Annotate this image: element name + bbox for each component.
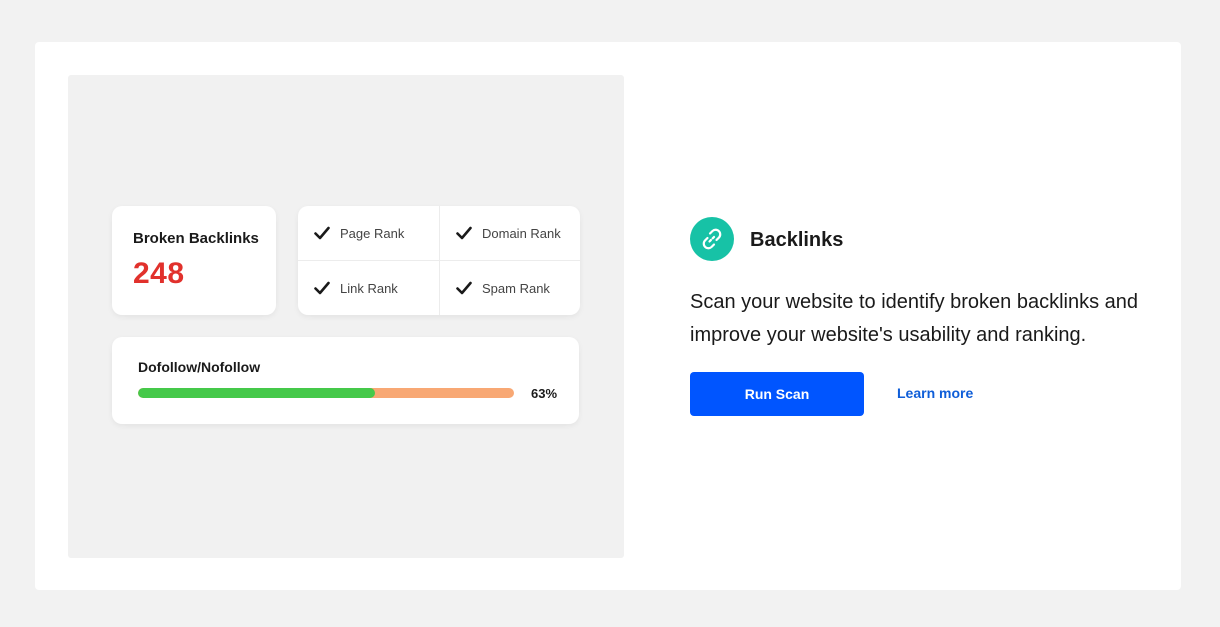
rank-label: Domain Rank: [482, 225, 561, 241]
rank-label: Page Rank: [340, 225, 405, 241]
link-icon: [690, 217, 734, 261]
rank-label: Link Rank: [340, 280, 398, 296]
dofollow-nofollow-title: Dofollow/Nofollow: [138, 359, 261, 375]
check-icon: [456, 281, 472, 295]
dofollow-progress-fill: [138, 388, 375, 398]
dofollow-progress-bar: [138, 388, 514, 398]
link-icon-glyph: [702, 228, 722, 250]
rank-item-page-rank: Page Rank: [298, 206, 439, 260]
rank-item-spam-rank: Spam Rank: [439, 260, 580, 315]
broken-backlinks-count: 248: [133, 257, 185, 290]
feature-description: Scan your website to identify broken bac…: [690, 291, 1139, 346]
dofollow-percent: 63%: [531, 386, 558, 401]
check-icon: [314, 281, 330, 295]
rank-item-link-rank: Link Rank: [298, 260, 439, 315]
check-icon: [314, 226, 330, 240]
feature-title: Backlinks: [750, 229, 844, 251]
ranks-card: Page Rank Domain Rank Link Rank Spam Ran…: [298, 206, 580, 315]
preview-panel: [68, 75, 624, 558]
learn-more-link[interactable]: Learn more: [897, 385, 973, 401]
rank-item-domain-rank: Domain Rank: [439, 206, 580, 260]
rank-label: Spam Rank: [482, 280, 550, 296]
run-scan-button[interactable]: Run Scan: [690, 372, 864, 416]
dofollow-nofollow-card: Dofollow/Nofollow 63%: [112, 337, 579, 424]
broken-backlinks-card: Broken Backlinks 248: [112, 206, 276, 315]
check-icon: [456, 226, 472, 240]
broken-backlinks-title: Broken Backlinks: [133, 230, 259, 247]
